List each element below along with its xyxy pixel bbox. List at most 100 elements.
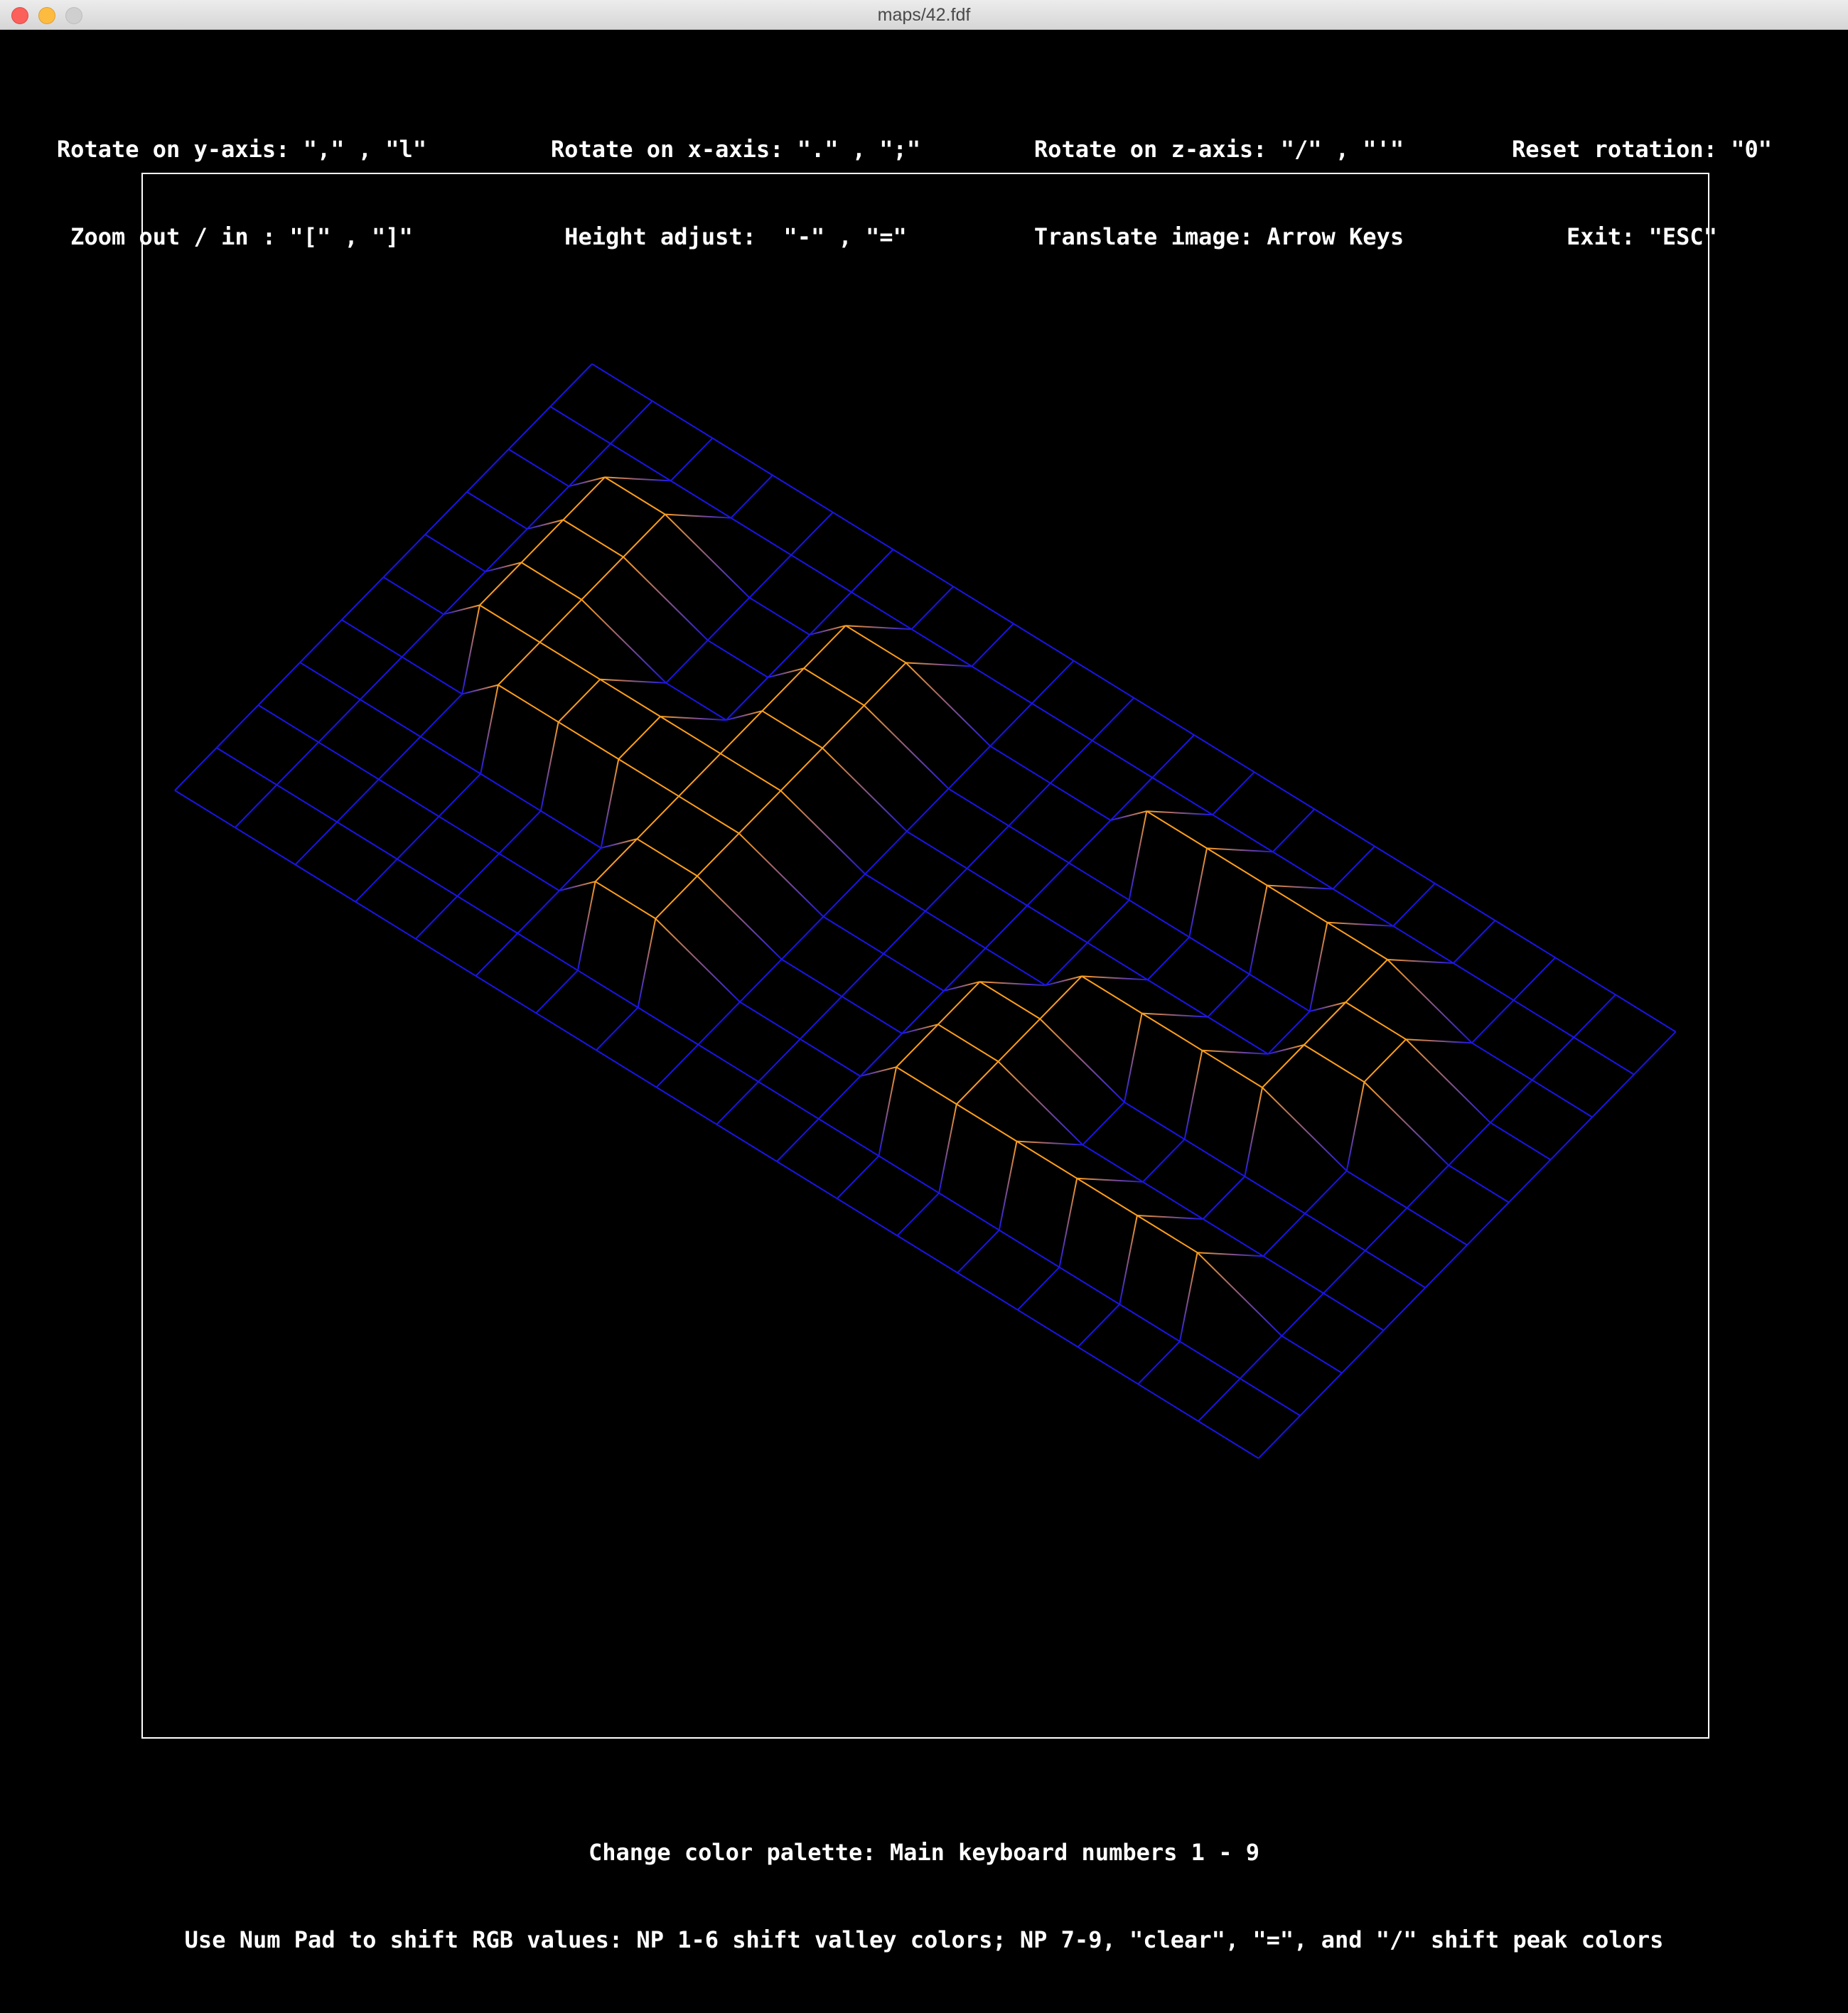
mesh-edge — [355, 901, 417, 940]
mesh-edge — [664, 513, 751, 598]
mesh-edge — [822, 916, 884, 955]
mesh-edge — [1363, 1081, 1449, 1166]
mesh-edge — [1212, 814, 1274, 853]
mesh-edge — [299, 619, 343, 663]
mesh-edge — [1304, 1170, 1348, 1214]
mesh-edge — [1068, 820, 1112, 864]
mesh-edge — [1031, 660, 1075, 704]
mesh-edge — [1141, 1012, 1203, 1051]
mesh-edge — [1068, 862, 1130, 901]
mesh-edge — [535, 970, 579, 1014]
mesh-edge — [979, 981, 1046, 987]
mesh-edge — [1198, 1378, 1241, 1422]
mesh-edge — [1267, 884, 1333, 890]
mesh-edge — [938, 1192, 1000, 1231]
mesh-edge — [415, 938, 477, 977]
mesh-edge — [822, 747, 908, 832]
mesh-edge — [1323, 1250, 1366, 1294]
mesh-edge — [1249, 973, 1311, 1012]
mesh-edge — [1345, 959, 1388, 1003]
mesh-edge — [1188, 848, 1208, 938]
mesh-edge — [1179, 1341, 1241, 1380]
mesh-edge — [378, 778, 440, 817]
mesh-edge — [1494, 920, 1556, 959]
mesh-edge — [1193, 734, 1255, 773]
mesh-edge — [832, 511, 894, 550]
fdf-canvas[interactable]: Rotate on y-axis: "," , "l" Zoom out / i… — [0, 30, 1848, 1953]
mesh-edge — [539, 598, 583, 643]
mesh-edge — [1240, 1378, 1301, 1417]
mesh-edge — [174, 790, 236, 829]
mesh-edge — [294, 821, 338, 866]
mesh-edge — [1392, 883, 1436, 927]
wireframe-map — [174, 363, 1677, 1459]
mesh-edge — [761, 710, 823, 749]
mesh-edge — [864, 704, 950, 790]
mesh-edge — [678, 753, 721, 797]
mesh-edge — [1424, 1244, 1468, 1289]
mesh-edge — [665, 682, 727, 721]
mesh-edge — [1434, 882, 1496, 921]
mesh-edge — [498, 684, 559, 723]
mesh-edge — [1124, 1101, 1186, 1140]
mesh-edge — [906, 662, 972, 667]
mesh-edge — [466, 449, 510, 493]
mesh-edge — [636, 838, 698, 877]
mesh-edge — [1365, 1250, 1426, 1289]
mesh-edge — [956, 1061, 999, 1105]
mesh-edge — [1147, 979, 1208, 1018]
mesh-edge — [215, 704, 259, 748]
mesh-edge — [776, 1118, 820, 1162]
mesh-edge — [1244, 1176, 1306, 1215]
mesh-edge — [341, 619, 403, 658]
mesh-edge — [1129, 899, 1190, 938]
mesh-edge — [780, 747, 823, 792]
mesh-edge — [1123, 1013, 1143, 1102]
mesh-edge — [276, 741, 319, 785]
mesh-edge — [952, 586, 1014, 625]
mesh-edge — [697, 1001, 741, 1046]
mesh-edge — [1206, 847, 1273, 853]
mesh-edge — [1392, 925, 1454, 964]
mesh-edge — [1146, 810, 1213, 816]
mesh-edge — [600, 678, 667, 684]
mesh-edge — [382, 534, 426, 578]
mesh-edge — [1137, 1215, 1198, 1254]
mesh-edge — [901, 990, 945, 1034]
mesh-edge — [1077, 1346, 1139, 1385]
mesh-edge — [1017, 1267, 1060, 1311]
mesh-edge — [562, 476, 606, 521]
mesh-edge — [1207, 1016, 1269, 1055]
mesh-edge — [864, 873, 926, 912]
mesh-edge — [174, 747, 217, 791]
mesh-edge — [738, 790, 782, 834]
mesh-edge — [1202, 1176, 1246, 1220]
window-titlebar[interactable]: maps/42.fdf — [0, 0, 1848, 30]
mesh-edge — [456, 895, 518, 934]
mesh-edge — [655, 875, 698, 920]
mesh-edge — [1513, 999, 1574, 1038]
mesh-edge — [841, 953, 884, 997]
mesh-edge — [1257, 1415, 1301, 1459]
mesh-edge — [1128, 811, 1148, 901]
mesh-edge — [599, 678, 661, 717]
mesh-edge — [780, 916, 824, 960]
mesh-edge — [883, 952, 945, 992]
mesh-edge — [498, 810, 542, 854]
mesh-edge — [1406, 1164, 1449, 1209]
mesh-edge — [636, 795, 679, 839]
mesh-edge — [294, 864, 356, 903]
mesh-edge — [1183, 1050, 1203, 1139]
mesh-edge — [1016, 1140, 1083, 1146]
mesh-edge — [1058, 1178, 1078, 1267]
mesh-edge — [906, 788, 950, 832]
mesh-edge — [1364, 1207, 1408, 1252]
mesh-edge — [1466, 1201, 1510, 1246]
mesh-edge — [938, 981, 981, 1025]
mesh-edge — [817, 1075, 861, 1120]
mesh-edge — [837, 1198, 898, 1237]
mesh-edge — [1406, 1038, 1472, 1044]
mesh-edge — [1016, 1140, 1078, 1179]
mesh-edge — [1058, 1266, 1120, 1305]
mesh-edge — [896, 1235, 958, 1274]
